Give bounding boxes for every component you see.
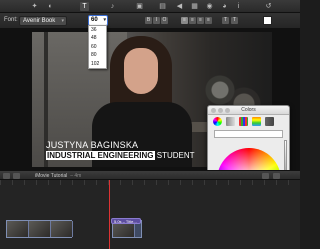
font-value: Avenir Book [23, 18, 56, 24]
volume-icon[interactable]: ◀ [175, 2, 184, 11]
colors-title-bar: Colors [208, 106, 289, 115]
justify-button[interactable]: ≡ [205, 17, 212, 24]
text-icon[interactable]: T [80, 2, 89, 11]
font-label: Font: [4, 17, 18, 23]
timeline-toolbar: iMovie Tutorial – 4m [0, 170, 300, 180]
outline-button[interactable]: O [161, 17, 168, 24]
title-rest: STUDENT [156, 151, 195, 160]
noise-icon[interactable]: ▦ [190, 2, 199, 11]
size-option[interactable]: 80 [89, 51, 106, 59]
lower-third-title[interactable]: INDUSTRIAL ENGINEERING STUDENT [46, 151, 195, 160]
stabilize-icon[interactable]: ▤ [158, 2, 167, 11]
speed-icon[interactable]: ◉ [205, 2, 214, 11]
font-select[interactable]: Avenir Book ▾ [19, 16, 67, 26]
top-toolbar: ✦ ◐ T ♪ ▣ ▤ ◀ ▦ ◉ ◕ i ↺ [0, 0, 300, 13]
settings-icon[interactable] [262, 173, 269, 179]
align-left-button[interactable]: ≡ [181, 17, 188, 24]
timeline-clip[interactable] [6, 220, 73, 238]
zoom-icon[interactable] [225, 108, 230, 113]
font-size-value: 60 [91, 17, 98, 23]
font-size-menu: 36 48 60 80 102 [88, 25, 107, 69]
title-clip[interactable]: 5.0s – Title... [111, 218, 141, 224]
outline-style-button[interactable]: T [231, 17, 238, 24]
chevron-down-icon: ▾ [103, 17, 106, 23]
timeline-ruler [0, 180, 300, 185]
enhance-icon[interactable]: ✦ [30, 2, 39, 11]
minimize-icon[interactable] [218, 108, 223, 113]
colors-title: Colors [241, 107, 256, 113]
text-style-button[interactable]: T [222, 17, 229, 24]
size-option[interactable]: 60 [89, 43, 106, 51]
project-name: iMovie Tutorial [35, 173, 68, 179]
size-option[interactable]: 48 [89, 34, 106, 42]
info-icon[interactable]: i [234, 2, 243, 11]
italic-button[interactable]: I [153, 17, 160, 24]
crop-icon[interactable]: ▣ [135, 2, 144, 11]
align-center-button[interactable]: ≡ [189, 17, 196, 24]
chevron-down-icon: ▾ [61, 18, 64, 24]
color-mode-row [212, 117, 287, 126]
color-wheel-mode-icon[interactable] [213, 117, 222, 126]
redo-icon[interactable] [13, 173, 20, 179]
image-palette-mode-icon[interactable] [252, 117, 261, 126]
speaker-face [124, 48, 158, 94]
text-color-swatch[interactable] [263, 16, 272, 25]
title-highlight: INDUSTRIAL ENGINEERING [46, 151, 155, 160]
playhead[interactable] [109, 180, 110, 249]
zoom-slider-icon[interactable] [273, 173, 280, 179]
color-balance-icon[interactable]: ◐ [46, 2, 55, 11]
audio-icon[interactable]: ♪ [108, 2, 117, 11]
sliders-mode-icon[interactable] [226, 117, 235, 126]
size-option[interactable]: 102 [89, 60, 106, 68]
color-search-input[interactable] [214, 130, 283, 138]
lower-third-name[interactable]: JUSTYNA BAGINSKA [46, 140, 138, 150]
close-icon[interactable] [211, 108, 216, 113]
clip-thumbnail [51, 221, 73, 237]
project-duration: – 4m [70, 173, 82, 179]
clip-thumbnail [29, 221, 51, 237]
palettes-mode-icon[interactable] [239, 117, 248, 126]
align-right-button[interactable]: ≡ [197, 17, 204, 24]
crayons-mode-icon[interactable] [265, 117, 274, 126]
size-option[interactable]: 36 [89, 26, 106, 34]
bold-button[interactable]: B [145, 17, 152, 24]
timeline[interactable]: 5.0s – Title... [0, 180, 300, 249]
undo-icon[interactable] [3, 173, 10, 179]
project-title: iMovie Tutorial – 4m [35, 173, 81, 179]
font-bar: Font: Avenir Book ▾ 60 ▾ B I O ≡ ≡ ≡ ≡ T… [0, 13, 300, 29]
clip-thumbnail [7, 221, 29, 237]
filter-icon[interactable]: ◕ [220, 2, 229, 11]
reset-icon[interactable]: ↺ [264, 2, 273, 11]
